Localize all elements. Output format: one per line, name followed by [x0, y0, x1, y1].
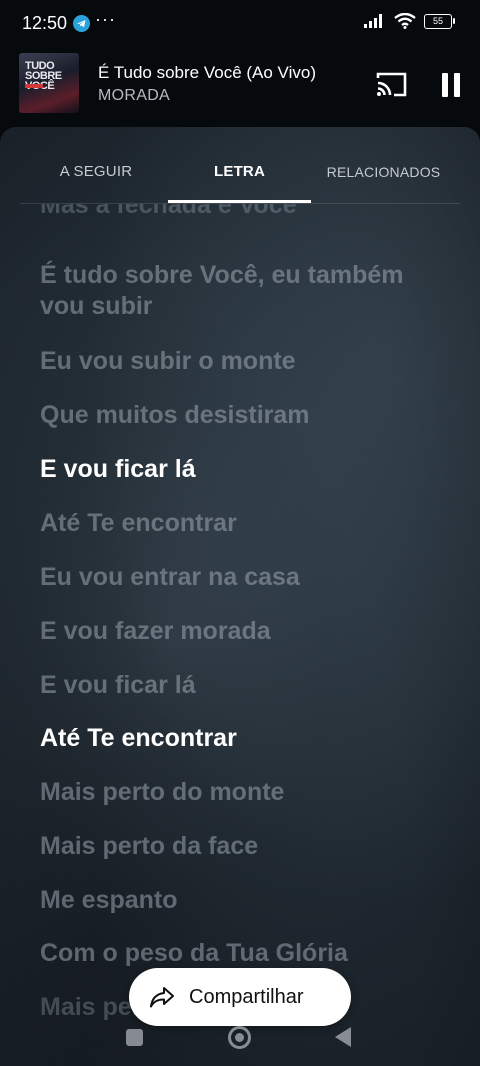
home-button[interactable]: [228, 1026, 251, 1049]
lyrics-list[interactable]: Mas a fechada é Você É tudo sobre Você, …: [0, 204, 480, 1066]
lyric-line: É tudo sobre Você, eu também vou subir: [40, 261, 404, 320]
lyric-line: Que muitos desistiram: [40, 401, 310, 429]
share-icon: [150, 987, 174, 1008]
lyric-line: Me espanto: [40, 886, 178, 914]
track-artist: MORADA: [98, 87, 171, 104]
mini-player[interactable]: TUDO SOBRE VOCÊ É Tudo sobre Você (Ao Vi…: [0, 46, 480, 126]
album-art-accent: [25, 84, 43, 88]
lyric-line: Eu vou entrar na casa: [40, 563, 300, 591]
status-bar: 12:50 ··· 55: [0, 0, 480, 46]
more-notifications-icon: ···: [95, 9, 116, 29]
system-icons: 55: [364, 13, 455, 29]
pause-icon: [442, 73, 460, 97]
battery-level: 55: [432, 15, 443, 26]
track-title: É Tudo sobre Você (Ao Vivo): [98, 63, 316, 82]
tab-related[interactable]: RELACIONADOS: [311, 164, 456, 180]
lyric-line-current: E vou ficar lá: [40, 455, 196, 483]
lyric-line: E vou ficar lá: [40, 671, 196, 699]
lyric-line: Com o peso da Tua Glória: [40, 939, 348, 967]
tab-bar: A SEGUIR LETRA RELACIONADOS: [0, 127, 480, 204]
recents-button[interactable]: [126, 1029, 143, 1046]
pause-button[interactable]: [436, 70, 466, 100]
lyric-line: E vou fazer morada: [40, 617, 271, 645]
lyric-line: Mais perto da face: [40, 832, 259, 860]
wifi-icon: [394, 13, 416, 29]
navigation-bar: [0, 1016, 480, 1066]
tab-up-next[interactable]: A SEGUIR: [24, 163, 168, 180]
lyric-line: Eu vou subir o monte: [40, 347, 296, 375]
lyric-line: Até Te encontrar: [40, 509, 237, 537]
signal-icon: [364, 14, 382, 28]
cast-button[interactable]: [375, 70, 409, 100]
album-art[interactable]: TUDO SOBRE VOCÊ: [19, 53, 79, 113]
status-time: 12:50: [22, 13, 68, 33]
cast-icon: [376, 72, 407, 97]
battery-icon: 55: [424, 13, 455, 29]
lyric-line: Mas a fechada é Você: [40, 204, 297, 219]
tab-lyrics[interactable]: LETRA: [168, 163, 311, 180]
player-sheet: A SEGUIR LETRA RELACIONADOS Mas a fechad…: [0, 127, 480, 1066]
lyric-line-current: Até Te encontrar: [40, 724, 237, 752]
telegram-icon: [73, 15, 90, 32]
back-button[interactable]: [335, 1027, 351, 1047]
lyric-line: Mais perto do monte: [40, 778, 285, 806]
share-label: Compartilhar: [189, 986, 304, 1008]
